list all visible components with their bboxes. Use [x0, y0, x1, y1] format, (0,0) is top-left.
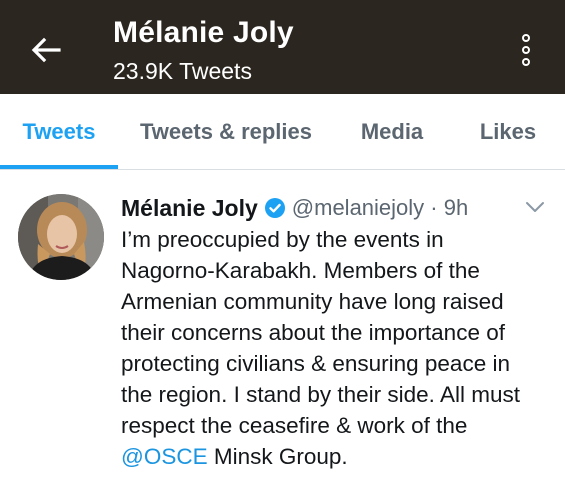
profile-name: Mélanie Joly	[113, 16, 294, 49]
tweet-text-line: the region. I stand by their side. All m…	[121, 382, 520, 407]
tweet-text-tail: Minsk Group.	[207, 444, 348, 469]
more-vertical-icon	[522, 34, 530, 66]
tweet-handle-time: @melaniejoly · 9h	[291, 195, 469, 220]
tweet-text: I’m preoccupied by the events in Nagorno…	[121, 224, 551, 472]
more-options-button[interactable]	[510, 28, 542, 72]
tweet-options-button[interactable]	[522, 196, 548, 218]
back-button[interactable]	[24, 28, 68, 72]
avatar[interactable]	[18, 194, 104, 280]
chevron-down-icon	[526, 202, 544, 212]
active-tab-indicator	[0, 165, 118, 169]
profile-tabs: Tweets Tweets & replies Media Likes	[0, 94, 565, 170]
tweet-text-line: I’m preoccupied by the events in	[121, 227, 444, 252]
tweet-text-line: their concerns about the importance of	[121, 320, 505, 345]
mention-link[interactable]: @OSCE	[121, 444, 208, 469]
tab-tweets-replies[interactable]: Tweets & replies	[128, 94, 324, 169]
tab-media[interactable]: Media	[346, 94, 438, 169]
tweet-count: 23.9K Tweets	[113, 58, 252, 84]
verified-badge-icon	[264, 197, 286, 219]
tweet-text-line: protecting civilians & ensuring peace in	[121, 351, 510, 376]
arrow-left-icon	[31, 37, 61, 63]
tweet-text-last-line: @OSCE Minsk Group.	[121, 441, 551, 472]
tab-likes[interactable]: Likes	[466, 94, 550, 169]
tab-tweets[interactable]: Tweets	[0, 94, 118, 169]
tweet-author-name[interactable]: Mélanie Joly	[121, 195, 258, 222]
tweet-text-line: Armenian community have long raised	[121, 289, 504, 314]
tweet-text-line: Nagorno-Karabakh. Members of the	[121, 258, 480, 283]
profile-header: Mélanie Joly 23.9K Tweets	[0, 0, 565, 94]
tweet[interactable]: Mélanie Joly @melaniejoly · 9h I’m preoc…	[0, 170, 565, 480]
tweet-header: Mélanie Joly @melaniejoly · 9h	[121, 192, 468, 224]
tweet-text-line: respect the ceasefire & work of the	[121, 413, 468, 438]
